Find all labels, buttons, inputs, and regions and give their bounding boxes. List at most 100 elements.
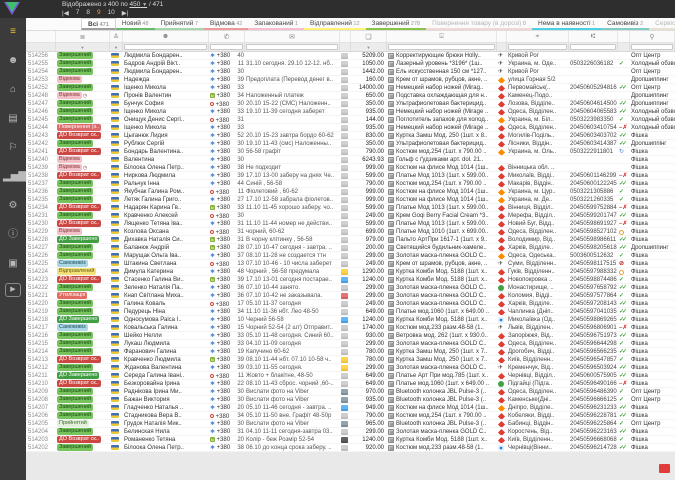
sms-chat-icon[interactable]: [341, 309, 348, 315]
settings-icon[interactable]: ⚙: [3, 196, 23, 216]
tab-прийнятий[interactable]: Прийнятий 7: [155, 18, 205, 30]
sms-chat-icon[interactable]: [341, 269, 348, 275]
column-filter-product[interactable]: [387, 43, 497, 51]
page-button-7[interactable]: 7: [76, 9, 80, 17]
sms-chat-icon[interactable]: [341, 429, 348, 435]
order-row-514243[interactable]: 514243ДО Возврат ск..Цыганюк Лидия∗ +380…: [26, 132, 675, 140]
last-page-button[interactable]: ▶|: [122, 9, 129, 17]
filter-input-comment[interactable]: [246, 44, 338, 50]
sms-chat-icon[interactable]: [341, 101, 348, 107]
orders-list-icon[interactable]: ≡: [3, 22, 23, 42]
column-header-comment[interactable]: ✉: [245, 31, 340, 42]
page-button-8[interactable]: 8: [86, 9, 90, 17]
tab-відмова[interactable]: Відмова 42: [204, 18, 248, 30]
marketing-icon[interactable]: ⚐: [3, 138, 23, 158]
order-row-514216[interactable]: 514216ЗавершенийШейко Нелли∗ +3803305.10…: [26, 332, 675, 340]
sms-chat-icon[interactable]: [341, 245, 348, 251]
column-filter-comment[interactable]: [245, 43, 340, 51]
first-page-button[interactable]: |◀: [62, 9, 69, 17]
order-row-514227[interactable]: 514227ЗавершенийБаланюк Андрійlc +380280…: [26, 244, 675, 252]
order-row-514208[interactable]: 514208ЗавершенийБажан Виктория∗ +38030Ви…: [26, 396, 675, 404]
order-row-514254[interactable]: 514254ЗавершенийЛюдмила Бондарен..∗ +380…: [26, 68, 675, 76]
tab-завершений[interactable]: Завершений 278: [366, 18, 427, 30]
tab-all[interactable]: Всі 471: [81, 18, 116, 30]
filter-dropdown-price[interactable]: ▼: [367, 45, 371, 50]
order-row-514252[interactable]: 514252ЗавершенийІщенко Микола∗ +38033140…: [26, 84, 675, 92]
order-row-514244[interactable]: 514244Повернення (з..Іщенко Микола∗ +380…: [26, 124, 675, 132]
sms-chat-icon[interactable]: [341, 253, 348, 259]
order-row-514237[interactable]: 514237ЗавершенийРальчук Інна∗ +38044Сині…: [26, 180, 675, 188]
order-row-514222[interactable]: 514222ЗавершенийЗеленко Наталія Па..∗ +3…: [26, 284, 675, 292]
order-row-514213[interactable]: 514213ДО Возврат ск..Кравченко Людмилаlc…: [26, 356, 675, 364]
order-row-514231[interactable]: 514231ЗавершенийКравченко Алексей +38030…: [26, 212, 675, 220]
order-row-514207[interactable]: 514207ЗавершенийГладченко Наталья ..∗ +3…: [26, 404, 675, 412]
sms-chat-icon[interactable]: [341, 317, 348, 323]
order-row-514203[interactable]: 514203ДО Возврат ск..Романенко Тетянаlc …: [26, 436, 675, 444]
sms-chat-icon[interactable]: [341, 141, 348, 147]
order-row-514217[interactable]: 514217СамовивізКовальська Галина∗ +38015…: [26, 324, 675, 332]
filter-dropdown-flag[interactable]: ▼: [114, 45, 118, 50]
filter-input-ttn[interactable]: [570, 44, 616, 50]
column-filter-city[interactable]: [507, 43, 569, 51]
column-filter-flag[interactable]: ▼: [110, 43, 123, 51]
order-row-514223[interactable]: 514223ДО Возврат ск..Стасенко Галина Ви.…: [26, 276, 675, 284]
sms-chat-icon[interactable]: [341, 381, 348, 387]
column-header-name[interactable]: ☻: [123, 31, 209, 42]
sms-chat-icon[interactable]: [341, 389, 348, 395]
sms-chat-icon[interactable]: [341, 69, 348, 75]
sms-chat-icon[interactable]: [341, 229, 348, 235]
order-row-514241[interactable]: 514241ДО Возврат ск..Бондарь Валентина..…: [26, 148, 675, 156]
order-row-514240[interactable]: 514240ВідмоваВалентина∗ +380306243.93Гол…: [26, 156, 675, 164]
order-row-514234[interactable]: 514234ДО Возврат ск..Надарян Карина Гв..…: [26, 204, 675, 212]
clients-icon[interactable]: ☻: [3, 51, 23, 71]
sms-chat-icon[interactable]: [341, 149, 348, 155]
column-header-city[interactable]: ⌖: [507, 31, 569, 42]
video-tutorial-icon[interactable]: ▶: [5, 283, 21, 297]
order-row-514209[interactable]: 514209ЗавершенийРаднікова Ірина Ми..∗ +3…: [26, 388, 675, 396]
order-row-514220[interactable]: 514220ЗавершенийГалина Коваль +3801705.1…: [26, 300, 675, 308]
sms-chat-icon[interactable]: [341, 157, 348, 163]
order-row-514218[interactable]: 514218ДО ЗавершеноОдносумова Раіса І..∗ …: [26, 316, 675, 324]
sms-chat-icon[interactable]: [341, 165, 348, 171]
tab-запакований[interactable]: Запакований 1: [248, 18, 304, 30]
column-filter-ttn[interactable]: [569, 43, 618, 51]
order-row-514245[interactable]: 514245ЗавершенийОнищук Денис Сергі.. +38…: [26, 116, 675, 124]
sms-chat-icon[interactable]: [341, 237, 348, 243]
order-row-514215[interactable]: 514215ЗавершенийЛукаш Людмила∗ +3803304.…: [26, 340, 675, 348]
order-row-514214[interactable]: 514214ЗавершенийФаранович Галина∗ +38019…: [26, 348, 675, 356]
sms-chat-icon[interactable]: [341, 349, 348, 355]
column-header-ttn[interactable]: ⑆: [569, 31, 618, 42]
company-icon[interactable]: ⌂: [3, 80, 23, 100]
sms-chat-icon[interactable]: [341, 277, 348, 283]
sms-chat-icon[interactable]: [341, 53, 348, 59]
order-row-514247[interactable]: 514247ЗавершенийБунчук София +3803020.10…: [26, 100, 675, 108]
order-row-514239[interactable]: 514239Відмова◷Білоока Олена Петр..∗ +380…: [26, 164, 675, 172]
order-row-514246[interactable]: 514246ЗавершенийІщенко Микола∗ +3803319.…: [26, 108, 675, 116]
app-logo[interactable]: [4, 2, 20, 15]
order-row-514242[interactable]: 514242ЗавершенийРублюк Сергій∗ +3803019.…: [26, 140, 675, 148]
order-row-514204[interactable]: 514204ЗавершенийБелинская Нила∗ +3803104…: [26, 428, 675, 436]
order-row-514219[interactable]: 514219ЗавершенийПедурець Ніна∗ +3803411.…: [26, 308, 675, 316]
sms-chat-icon[interactable]: [341, 125, 348, 131]
sms-chat-icon[interactable]: [341, 109, 348, 115]
column-header-id[interactable]: [26, 31, 56, 42]
sms-chat-icon[interactable]: [341, 213, 348, 219]
column-header-price[interactable]: ❑: [351, 31, 387, 42]
monitor-icon[interactable]: ▣: [3, 254, 23, 274]
order-row-514229[interactable]: 514229ВідмоваКозлова Оксана +38031чорний…: [26, 228, 675, 236]
sms-chat-icon[interactable]: [341, 93, 348, 99]
notification-badge[interactable]: [659, 464, 670, 473]
order-row-514212[interactable]: 514212ЗавершенийЖданова Валентина∗ +3803…: [26, 364, 675, 372]
sms-chat-icon[interactable]: [341, 333, 348, 339]
order-row-514202[interactable]: 514202ЗавершенийБілоока Олена Петр..∗ +3…: [26, 444, 675, 452]
sms-chat-icon[interactable]: [341, 181, 348, 187]
order-row-514224[interactable]: 514224ВідправленийДимула Катерина∗ +3804…: [26, 268, 675, 276]
sms-chat-icon[interactable]: [341, 373, 348, 379]
sms-chat-icon[interactable]: [341, 341, 348, 347]
order-row-514255[interactable]: 514255ЗавершенийБадров Андрій Вікт..∗ +3…: [26, 60, 675, 68]
tab-нема-в-наявності[interactable]: Нема в наявності 1: [532, 18, 601, 30]
sms-chat-icon[interactable]: [341, 173, 348, 179]
order-row-514226[interactable]: 514226ЗавершенийМарущак Ольга Іва..∗ +38…: [26, 252, 675, 260]
order-row-514211[interactable]: 514211ДО ЗавершеноСереда Галина Івані.. …: [26, 372, 675, 380]
column-header-status[interactable]: ≣: [56, 31, 110, 42]
